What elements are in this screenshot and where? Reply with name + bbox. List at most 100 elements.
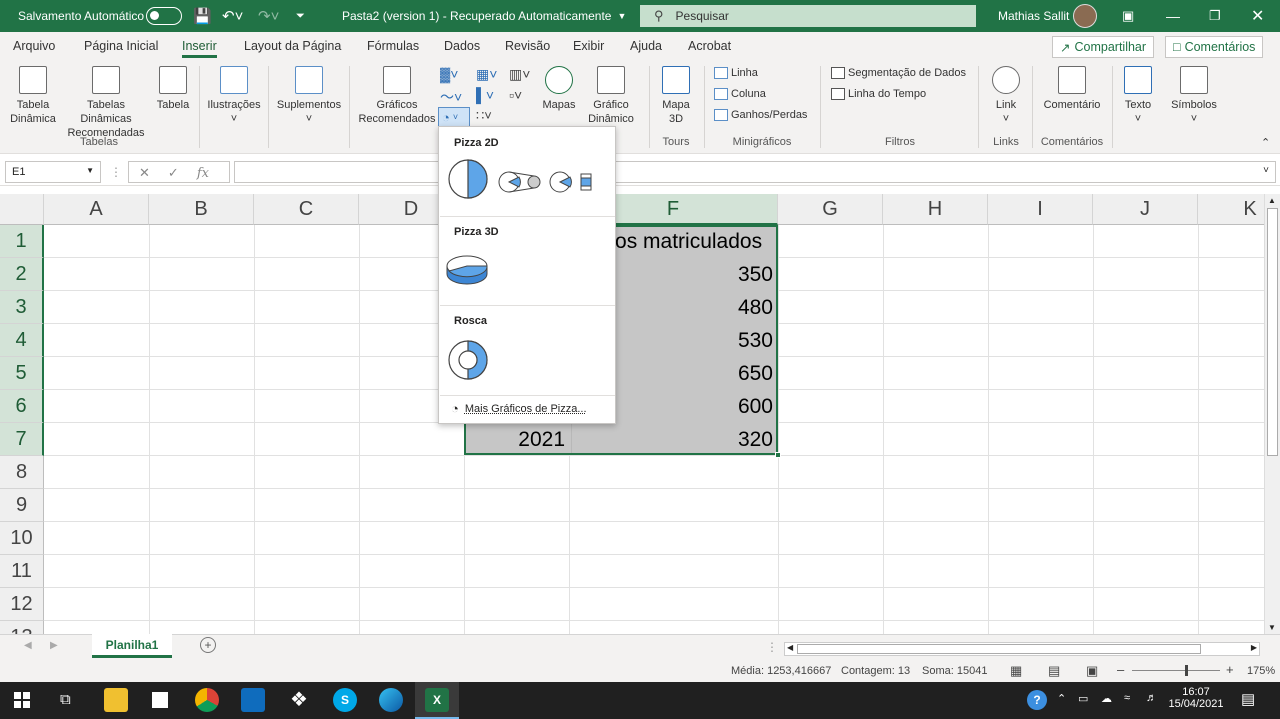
row-header-11[interactable]: 11 — [0, 555, 44, 588]
tab-pagina-inicial[interactable]: Página Inicial — [84, 39, 158, 53]
select-all-corner[interactable] — [0, 194, 44, 225]
comments-button[interactable]: □ Comentários — [1165, 36, 1264, 58]
combo-chart-icon[interactable]: ▫˅ — [509, 87, 522, 103]
normal-view-icon[interactable]: ▦ — [1010, 663, 1022, 679]
excel-taskbar-button[interactable]: X — [415, 682, 459, 719]
row-header-1[interactable]: 1 — [0, 225, 44, 258]
scroll-right-icon[interactable]: ▶ — [1251, 643, 1257, 652]
horizontal-scrollbar[interactable]: ◀ ▶ — [784, 642, 1260, 656]
timeline-button[interactable]: Linha do Tempo — [831, 88, 926, 100]
scroll-down-icon[interactable]: ▼ — [1268, 623, 1276, 632]
row-header-12[interactable]: 12 — [0, 588, 44, 621]
save-icon[interactable]: 💾 — [193, 0, 212, 32]
dropbox-tray-icon[interactable]: ☁ — [1101, 692, 1112, 705]
scroll-left-icon[interactable]: ◀ — [787, 643, 793, 652]
customize-qat-icon[interactable]: ⏷ — [296, 0, 305, 32]
help-icon[interactable]: ? — [1027, 690, 1047, 710]
sparkline-line-button[interactable]: Linha — [714, 67, 758, 79]
name-box[interactable]: E1 ▼ — [5, 161, 101, 183]
tab-exibir[interactable]: Exibir — [573, 39, 604, 53]
expand-formula-icon[interactable]: ˅ — [1263, 165, 1269, 176]
battery-icon[interactable]: ▭ — [1078, 692, 1088, 705]
enter-icon[interactable]: ✓ — [168, 165, 179, 180]
autosave-toggle[interactable] — [140, 0, 182, 32]
tab-revisao[interactable]: Revisão — [505, 39, 550, 53]
next-sheet-icon[interactable]: ▶ — [50, 640, 58, 651]
pie-chart-button[interactable]: ◔ ˅ — [438, 107, 470, 127]
scatter-chart-icon[interactable]: ∷˅ — [476, 108, 492, 124]
row-header-8[interactable]: 8 — [0, 456, 44, 489]
sheet-tab-planilha1[interactable]: Planilha1 — [92, 634, 172, 658]
map3d-button[interactable]: Mapa 3D — [656, 66, 696, 126]
user-name[interactable]: Mathias Sallit — [998, 0, 1069, 32]
illustrations-button[interactable]: Ilustrações ˅ — [205, 66, 263, 126]
row-header-13[interactable]: 13 — [0, 621, 44, 634]
outlook-icon[interactable] — [241, 688, 265, 712]
collapse-ribbon-icon[interactable]: ⌃ — [1261, 136, 1270, 149]
tab-inserir[interactable]: Inserir — [182, 39, 217, 58]
close-icon[interactable]: ✕ — [1251, 0, 1264, 32]
skype-icon[interactable]: S — [333, 688, 357, 712]
store-icon[interactable] — [148, 688, 172, 712]
zoom-slider[interactable] — [1132, 670, 1220, 671]
prev-sheet-icon[interactable]: ◀ — [24, 640, 32, 651]
scrollbar-thumb[interactable] — [797, 644, 1201, 654]
row-header-7[interactable]: 7 — [0, 423, 44, 456]
line-chart-icon[interactable]: 〜˅ — [440, 87, 462, 107]
hierarchy-chart-icon[interactable]: ▦˅ — [476, 66, 497, 83]
bar-of-pie-chart-icon[interactable] — [549, 170, 595, 194]
sparkline-winloss-button[interactable]: Ganhos/Perdas — [714, 109, 807, 121]
table-button[interactable]: Tabela — [154, 66, 192, 112]
windows-start-icon[interactable] — [14, 692, 30, 708]
chevron-up-icon[interactable]: ⌃ — [1057, 692, 1066, 705]
donut-chart-icon[interactable] — [446, 338, 490, 382]
row-header-10[interactable]: 10 — [0, 522, 44, 555]
redo-icon[interactable]: ↷˅ — [258, 0, 279, 32]
tab-dados[interactable]: Dados — [444, 39, 480, 53]
vertical-scrollbar[interactable]: ▲ ▼ — [1264, 194, 1280, 634]
column-header-g[interactable]: G — [778, 194, 883, 225]
column-chart-icon[interactable]: ▓˅ — [440, 66, 458, 82]
cancel-icon[interactable]: ✕ — [139, 165, 150, 180]
more-pie-charts-button[interactable]: ◔ Mais Gráficos de Pizza... — [451, 401, 587, 416]
column-header-a[interactable]: A — [44, 194, 149, 225]
zoom-in-icon[interactable]: + — [1226, 662, 1234, 677]
minimize-icon[interactable]: — — [1166, 0, 1180, 32]
statistic-chart-icon[interactable]: ▌˅ — [476, 87, 494, 103]
row-header-6[interactable]: 6 — [0, 390, 44, 423]
chrome-icon[interactable] — [195, 688, 219, 712]
link-button[interactable]: Link ˅ — [986, 66, 1026, 126]
comment-button[interactable]: Comentário — [1038, 66, 1106, 112]
scroll-up-icon[interactable]: ▲ — [1268, 196, 1276, 205]
insert-function-icon[interactable]: fx — [197, 166, 209, 181]
pie-of-pie-chart-icon[interactable] — [498, 170, 542, 194]
row-header-9[interactable]: 9 — [0, 489, 44, 522]
search-box[interactable]: ⚲ Pesquisar — [640, 5, 976, 27]
waterfall-chart-icon[interactable]: ▥˅ — [509, 66, 530, 83]
ribbon-display-icon[interactable]: ▣ — [1122, 0, 1134, 32]
column-header-b[interactable]: B — [149, 194, 254, 225]
cell-f7[interactable]: 320 — [571, 423, 773, 456]
pie-3d-chart-icon[interactable] — [445, 252, 489, 288]
volume-icon[interactable]: ♬ — [1146, 692, 1157, 704]
column-header-k[interactable]: K — [1198, 194, 1264, 225]
file-explorer-icon[interactable] — [104, 688, 128, 712]
sparkline-column-button[interactable]: Coluna — [714, 88, 766, 100]
column-header-j[interactable]: J — [1093, 194, 1198, 225]
clock[interactable]: 16:07 15/04/2021 — [1166, 686, 1226, 710]
pivot-chart-button[interactable]: Gráfico Dinâmico — [580, 66, 642, 126]
row-header-3[interactable]: 3 — [0, 291, 44, 324]
tab-ajuda[interactable]: Ajuda — [630, 39, 662, 53]
tab-layout[interactable]: Layout da Página — [244, 39, 341, 53]
zoom-slider-thumb[interactable] — [1185, 665, 1188, 676]
addins-button[interactable]: Suplementos ˅ — [274, 66, 344, 126]
column-header-c[interactable]: C — [254, 194, 359, 225]
row-header-4[interactable]: 4 — [0, 324, 44, 357]
row-header-2[interactable]: 2 — [0, 258, 44, 291]
zoom-out-icon[interactable]: – — [1117, 662, 1124, 677]
page-layout-icon[interactable]: ▤ — [1048, 663, 1060, 679]
maps-button[interactable]: Mapas — [540, 66, 578, 112]
edge-icon[interactable] — [379, 688, 403, 712]
share-button[interactable]: ↗ Compartilhar — [1052, 36, 1155, 58]
wifi-icon[interactable]: ≈ — [1124, 692, 1130, 704]
